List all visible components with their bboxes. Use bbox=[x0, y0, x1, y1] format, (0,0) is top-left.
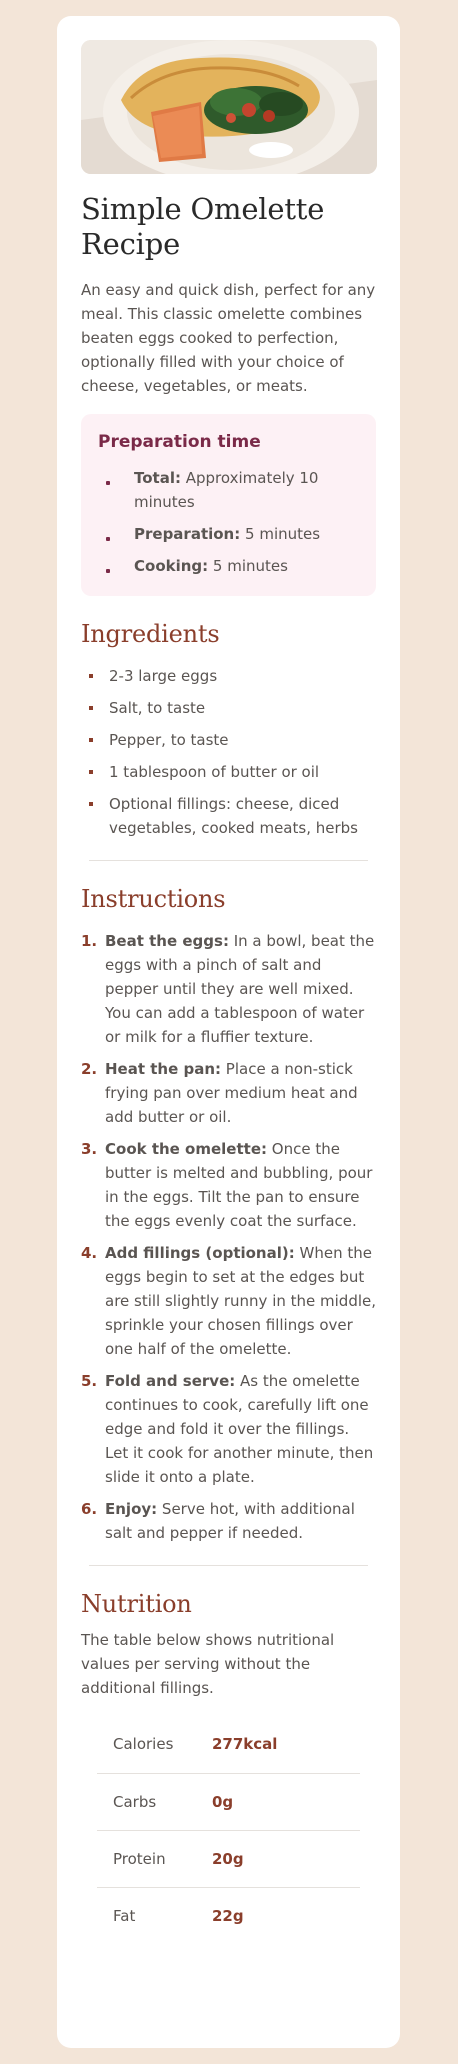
step-number: 1. bbox=[81, 932, 98, 950]
prep-item-total: Total: Approximately 10 minutes bbox=[98, 466, 358, 514]
preparation-heading: Preparation time bbox=[98, 432, 261, 452]
table-row: Calories 277kcal bbox=[97, 1716, 360, 1774]
nutrition-heading: Nutrition bbox=[81, 1590, 192, 1618]
nutrient-value: 20g bbox=[212, 1830, 360, 1888]
instruction-step: 3. Cook the omelette: Once the butter is … bbox=[81, 1137, 376, 1233]
recipe-title: Simple Omelette Recipe bbox=[81, 192, 325, 261]
instruction-step: 1. Beat the eggs: In a bowl, beat the egg… bbox=[81, 929, 376, 1049]
prep-item-cooking: Cooking: 5 minutes bbox=[98, 554, 358, 578]
recipe-card: Simple Omelette Recipe An easy and quick… bbox=[57, 16, 400, 2048]
list-item: 1 tablespoon of butter or oil bbox=[81, 760, 376, 784]
instruction-step: 5. Fold and serve: As the omelette contin… bbox=[81, 1369, 376, 1489]
instruction-step: 6. Enjoy: Serve hot, with additional salt… bbox=[81, 1497, 376, 1545]
prep-value: 5 minutes bbox=[240, 525, 321, 543]
instructions-heading: Instructions bbox=[81, 885, 226, 913]
table-row: Protein 20g bbox=[97, 1830, 360, 1888]
step-number: 3. bbox=[81, 1140, 98, 1158]
nutrient-name: Fat bbox=[113, 1906, 136, 1925]
nutrient-value: 277kcal bbox=[212, 1716, 360, 1774]
preparation-list: Total: Approximately 10 minutes Preparat… bbox=[98, 466, 358, 578]
prep-label: Total: bbox=[134, 469, 181, 487]
list-item: Optional fillings: cheese, diced vegetab… bbox=[81, 792, 376, 840]
nutrient-name: Protein bbox=[97, 1830, 212, 1888]
prep-label: Preparation: bbox=[134, 525, 241, 543]
prep-label: Cooking: bbox=[134, 557, 209, 575]
nutrient-value: 22g bbox=[212, 1906, 244, 1925]
step-number: 5. bbox=[81, 1372, 98, 1390]
nutrient-value: 0g bbox=[212, 1773, 360, 1831]
nutrient-name: Calories bbox=[97, 1716, 212, 1774]
preparation-time-box: Preparation time Total: Approximately 10… bbox=[81, 414, 376, 596]
prep-value: 5 minutes bbox=[208, 557, 288, 575]
table-row: Carbs 0g bbox=[97, 1773, 360, 1831]
step-label: Add fillings (optional): bbox=[105, 1244, 295, 1262]
ingredients-heading: Ingredients bbox=[81, 620, 220, 648]
list-item: 2-3 large eggs bbox=[81, 664, 376, 688]
instruction-step: 2. Heat the pan: Place a non-stick frying… bbox=[81, 1057, 376, 1129]
ingredients-list: 2-3 large eggs Salt, to taste Pepper, to… bbox=[81, 664, 376, 840]
prep-item-preparation: Preparation: 5 minutes bbox=[98, 522, 358, 546]
step-number: 2. bbox=[81, 1060, 98, 1078]
nutrient-name: Carbs bbox=[97, 1773, 212, 1831]
list-item: Pepper, to taste bbox=[81, 728, 376, 752]
step-label: Fold and serve: bbox=[105, 1372, 236, 1390]
recipe-description: An easy and quick dish, perfect for any … bbox=[81, 281, 376, 395]
divider bbox=[89, 860, 368, 861]
list-item: Salt, to taste bbox=[81, 696, 376, 720]
table-row: Fat 22g bbox=[97, 1887, 360, 1944]
nutrition-description: The table below shows nutritional values… bbox=[81, 1631, 335, 1697]
step-label: Enjoy: bbox=[105, 1500, 158, 1518]
instruction-step: 4. Add fillings (optional): When the eggs… bbox=[81, 1241, 376, 1361]
step-number: 6. bbox=[81, 1500, 98, 1518]
nutrition-table: Calories 277kcal Carbs 0g Protein 20g Fat 22… bbox=[97, 1716, 360, 1944]
step-label: Beat the eggs: bbox=[105, 932, 229, 950]
step-number: 4. bbox=[81, 1244, 98, 1262]
divider bbox=[89, 1565, 368, 1566]
step-label: Heat the pan: bbox=[105, 1060, 222, 1078]
step-label: Cook the omelette: bbox=[105, 1140, 267, 1158]
instructions-list: 1. Beat the eggs: In a bowl, beat the egg… bbox=[81, 929, 376, 1545]
omelette-image bbox=[81, 40, 377, 174]
